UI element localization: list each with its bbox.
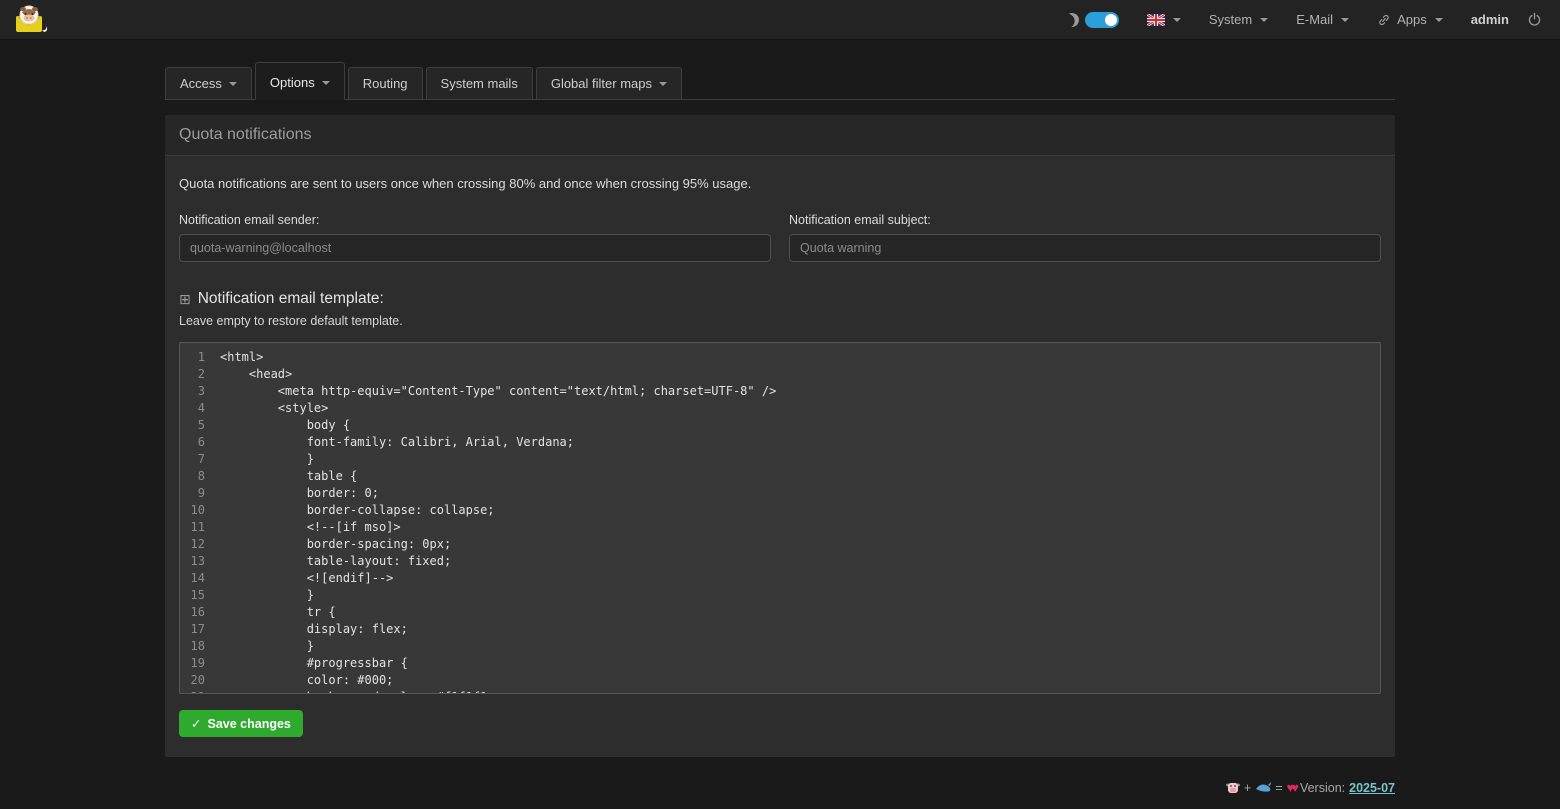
caret-down-icon xyxy=(1341,18,1349,22)
logout-button[interactable] xyxy=(1527,12,1542,27)
tab-global-filter-maps[interactable]: Global filter maps xyxy=(536,67,682,100)
code-line: 7 } xyxy=(180,451,1380,468)
save-button[interactable]: ✓ Save changes xyxy=(179,710,303,737)
tab-options[interactable]: Options xyxy=(255,62,345,100)
tab-access[interactable]: Access xyxy=(165,67,252,100)
code-line: 6 font-family: Calibri, Arial, Verdana; xyxy=(180,434,1380,451)
cow-icon xyxy=(1226,782,1240,794)
footer-plus: + xyxy=(1244,781,1251,795)
quota-notifications-card: Quota notifications Quota notifications … xyxy=(165,115,1395,757)
caret-down-icon xyxy=(229,82,237,86)
caret-down-icon xyxy=(659,82,667,86)
flag-uk-icon xyxy=(1147,14,1165,26)
code-line: 21 background-color: #f1f1f1; xyxy=(180,689,1380,694)
code-line: 11 <!--[if mso]> xyxy=(180,519,1380,536)
code-line: 3 <meta http-equiv="Content-Type" conten… xyxy=(180,383,1380,400)
user-menu[interactable]: admin xyxy=(1471,12,1509,27)
card-title: Quota notifications xyxy=(165,115,1395,156)
tab-system-mails[interactable]: System mails xyxy=(426,67,533,100)
sender-label: Notification email sender: xyxy=(179,213,771,227)
subject-label: Notification email subject: xyxy=(789,213,1381,227)
code-line: 12 border-spacing: 0px; xyxy=(180,536,1380,553)
code-line: 19 #progressbar { xyxy=(180,655,1380,672)
mailcow-logo[interactable] xyxy=(12,4,50,36)
code-line: 20 color: #000; xyxy=(180,672,1380,689)
tab-routing-label: Routing xyxy=(363,76,408,91)
system-dropdown[interactable]: System xyxy=(1209,12,1268,27)
subject-input[interactable] xyxy=(789,234,1381,262)
caret-down-icon xyxy=(1173,18,1181,22)
template-hint: Leave empty to restore default template. xyxy=(179,314,1381,328)
tab-access-label: Access xyxy=(180,76,222,91)
power-icon xyxy=(1527,12,1542,27)
caret-down-icon xyxy=(1260,18,1268,22)
tab-global-filter-maps-label: Global filter maps xyxy=(551,76,652,91)
code-line: 2 <head> xyxy=(180,366,1380,383)
email-dropdown-label: E-Mail xyxy=(1296,12,1333,27)
mailcow-logo-icon xyxy=(12,4,50,36)
system-dropdown-label: System xyxy=(1209,12,1252,27)
moon-icon xyxy=(1063,11,1080,28)
main-container: Access Options Routing System mails Glob… xyxy=(165,62,1395,757)
tab-bar: Access Options Routing System mails Glob… xyxy=(165,62,1395,100)
toggle-knob xyxy=(1105,14,1117,26)
code-line: 10 border-collapse: collapse; xyxy=(180,502,1380,519)
apps-dropdown[interactable]: Apps xyxy=(1377,12,1443,27)
code-line: 15 } xyxy=(180,587,1380,604)
tab-options-label: Options xyxy=(270,75,315,90)
footer-equals: = xyxy=(1275,781,1282,795)
quota-description: Quota notifications are sent to users on… xyxy=(179,176,1381,191)
dark-mode-toggle[interactable] xyxy=(1085,12,1119,28)
code-line: 5 body { xyxy=(180,417,1380,434)
navbar: System E-Mail Apps admin xyxy=(0,0,1560,40)
dark-mode-control xyxy=(1065,12,1119,28)
fields-row: Notification email sender: Notification … xyxy=(179,213,1381,262)
footer: + = ♥♥ Version: 2025-07 xyxy=(1226,780,1395,795)
tab-system-mails-label: System mails xyxy=(441,76,518,91)
check-icon: ✓ xyxy=(191,716,201,731)
apps-dropdown-label: Apps xyxy=(1397,12,1427,27)
expand-icon[interactable]: ⊞ xyxy=(179,292,191,306)
caret-down-icon xyxy=(322,81,330,85)
template-heading: ⊞ Notification email template: xyxy=(179,290,1381,308)
code-line: 13 table-layout: fixed; xyxy=(180,553,1380,570)
tab-routing[interactable]: Routing xyxy=(348,67,423,100)
template-editor-lines: 1<html>2 <head>3 <meta http-equiv="Conte… xyxy=(180,349,1380,694)
code-line: 4 <style> xyxy=(180,400,1380,417)
code-line: 14 <![endif]--> xyxy=(180,570,1380,587)
user-label: admin xyxy=(1471,12,1509,27)
caret-down-icon xyxy=(1435,18,1443,22)
sender-input[interactable] xyxy=(179,234,771,262)
language-dropdown[interactable] xyxy=(1147,14,1181,26)
template-editor[interactable]: 1<html>2 <head>3 <meta http-equiv="Conte… xyxy=(179,342,1381,694)
navbar-right-group: System E-Mail Apps admin xyxy=(1065,12,1542,28)
version-label: Version: xyxy=(1300,781,1345,795)
version-link[interactable]: 2025-07 xyxy=(1349,781,1395,795)
code-line: 17 display: flex; xyxy=(180,621,1380,638)
sender-field-group: Notification email sender: xyxy=(179,213,771,262)
template-heading-label: Notification email template: xyxy=(198,290,384,308)
save-button-label: Save changes xyxy=(207,717,290,731)
code-line: 18 } xyxy=(180,638,1380,655)
card-body: Quota notifications are sent to users on… xyxy=(165,156,1395,757)
code-line: 1<html> xyxy=(180,349,1380,366)
code-line: 8 table { xyxy=(180,468,1380,485)
link-icon xyxy=(1377,13,1391,27)
whale-icon xyxy=(1255,782,1271,793)
email-dropdown[interactable]: E-Mail xyxy=(1296,12,1349,27)
subject-field-group: Notification email subject: xyxy=(789,213,1381,262)
code-line: 16 tr { xyxy=(180,604,1380,621)
heart-icon: ♥♥ xyxy=(1287,780,1296,795)
code-line: 9 border: 0; xyxy=(180,485,1380,502)
